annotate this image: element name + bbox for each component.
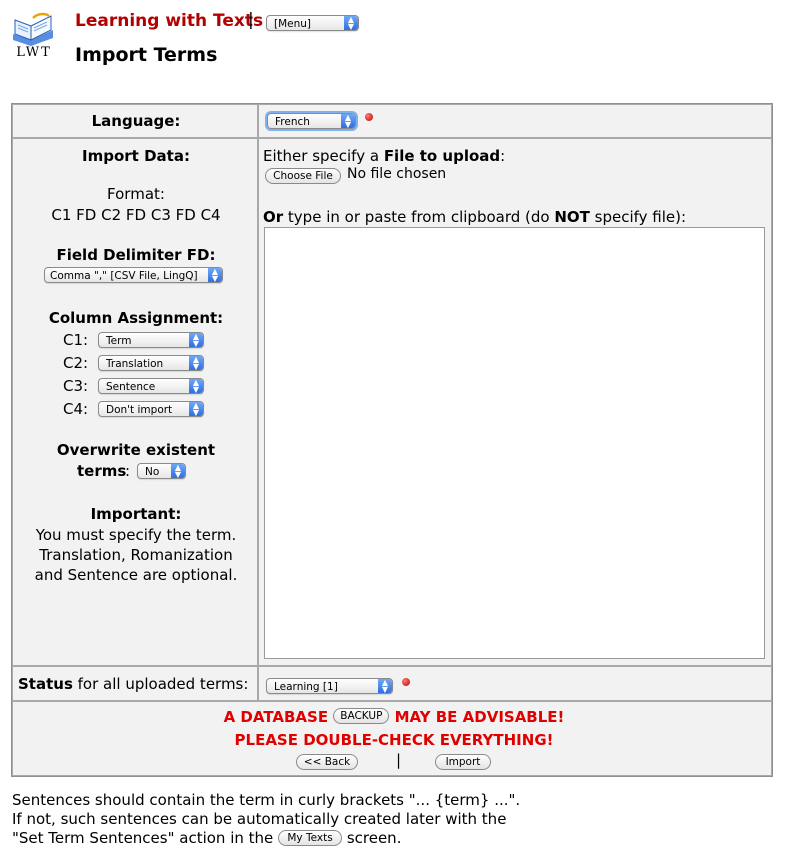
file-bold: File to upload (383, 147, 501, 165)
column-c4-label: C4: (63, 400, 89, 418)
select-arrows-icon: ▲ ▼ (189, 402, 203, 416)
status-value: Learning [1] (274, 681, 338, 693)
lwt-logo[interactable]: LWT (9, 12, 59, 64)
status-select[interactable]: Learning [1] ▲ ▼ (266, 678, 393, 694)
footer-line-3b: screen. (346, 829, 402, 847)
my-texts-button[interactable]: My Texts (278, 829, 343, 846)
overwrite-select[interactable]: No ▲ ▼ (137, 463, 186, 479)
actions-separator: | (396, 751, 402, 769)
column-assignment-label: Column Assignment: (48, 309, 224, 327)
column-c1-select[interactable]: Term ▲ ▼ (98, 332, 204, 348)
status-label: Status for all uploaded terms: (18, 675, 248, 693)
import-data-label: Import Data: (82, 147, 190, 165)
menu-select-value: [Menu] (274, 18, 312, 30)
footer-line-1: Sentences should contain the term in cur… (12, 791, 521, 809)
column-c1-label: C1: (63, 331, 89, 349)
select-arrows-icon: ▲ ▼ (341, 114, 355, 128)
paste-not: NOT (554, 208, 590, 226)
actions-cell: A DATABASE BACKUP MAY BE ADVISABLE! PLEA… (12, 701, 772, 776)
paste-mid: type in or paste from clipboard (do (283, 208, 555, 226)
no-file-chosen: No file chosen (347, 166, 447, 182)
backup-warning: A DATABASE BACKUP MAY BE ADVISABLE! (13, 707, 775, 726)
import-data-label-cell: Import Data: Format: C1 FD C2 FD C3 FD C… (12, 138, 258, 666)
select-arrows-icon: ▲ ▼ (189, 379, 203, 393)
double-check-warning: PLEASE DOUBLE-CHECK EVERYTHING! (234, 731, 554, 749)
file-upload-label: Either specify a File to upload: (263, 147, 505, 165)
column-c1-value: Term (106, 335, 132, 347)
paste-label: Or type in or paste from clipboard (do N… (263, 208, 686, 226)
important-line-3: and Sentence are optional. (34, 566, 238, 584)
language-label: Language: (91, 112, 181, 130)
column-c3-select[interactable]: Sentence ▲ ▼ (98, 378, 204, 394)
field-delimiter-value: Comma "," [CSV File, LingQ] (50, 270, 198, 282)
format-value: C1 FD C2 FD C3 FD C4 (51, 206, 221, 224)
column-c4-value: Don't import (106, 404, 173, 416)
status-rest: for all uploaded terms: (72, 675, 249, 693)
page-title: Import Terms (75, 44, 218, 66)
file-suffix: : (500, 147, 506, 165)
status-label-cell: Status for all uploaded terms: (12, 666, 258, 701)
column-c2-value: Translation (106, 358, 164, 370)
book-logo-icon (13, 12, 53, 46)
field-delimiter-label: Field Delimiter FD: (56, 246, 216, 264)
status-value-cell: Learning [1] ▲ ▼ (258, 666, 772, 701)
menu-select[interactable]: [Menu] ▲ ▼ (266, 15, 359, 31)
logo-text: LWT (16, 45, 52, 60)
overwrite-terms-label: terms (77, 462, 127, 480)
select-arrows-icon: ▲ ▼ (378, 679, 392, 693)
app-title[interactable]: Learning with Texts (75, 11, 263, 31)
backup-button[interactable]: BACKUP (333, 707, 390, 724)
required-dot-icon (402, 678, 410, 686)
required-dot-icon (365, 113, 373, 121)
footer-line-3a: "Set Term Sentences" action in the (12, 829, 274, 847)
select-arrows-icon: ▲ ▼ (189, 356, 203, 370)
warning-a: A DATABASE (223, 708, 329, 726)
select-arrows-icon: ▲ ▼ (171, 464, 185, 478)
overwrite-colon: : (125, 462, 131, 480)
column-c2-label: C2: (63, 354, 89, 372)
important-line-1: You must specify the term. (35, 526, 237, 544)
language-select-value: French (275, 116, 310, 128)
warning-b: MAY BE ADVISABLE! (394, 708, 565, 726)
language-value-cell: French ▲ ▼ (258, 104, 772, 138)
important-line-2: Translation, Romanization (39, 546, 233, 564)
column-c3-label: C3: (63, 377, 89, 395)
overwrite-label: Overwrite existent (56, 441, 216, 459)
footer-line-2: If not, such sentences can be automatica… (12, 810, 507, 828)
status-bold: Status (18, 675, 73, 693)
paste-textarea[interactable] (264, 227, 765, 659)
header-separator: | (248, 10, 254, 30)
column-c3-value: Sentence (106, 381, 156, 393)
language-label-cell: Language: (12, 104, 258, 138)
field-delimiter-select[interactable]: Comma "," [CSV File, LingQ] ▲ ▼ (44, 267, 223, 283)
back-button[interactable]: << Back (296, 754, 358, 770)
important-label: Important: (90, 505, 182, 523)
column-c2-select[interactable]: Translation ▲ ▼ (98, 355, 204, 371)
column-c4-select[interactable]: Don't import ▲ ▼ (98, 401, 204, 417)
import-button[interactable]: Import (435, 754, 491, 770)
overwrite-value: No (145, 466, 160, 478)
select-arrows-icon: ▲ ▼ (208, 268, 222, 282)
format-label: Format: (107, 185, 165, 203)
select-arrows-icon: ▲ ▼ (189, 333, 203, 347)
language-select[interactable]: French ▲ ▼ (267, 113, 356, 129)
paste-or: Or (263, 208, 284, 226)
select-arrows-icon: ▲ ▼ (344, 16, 358, 30)
choose-file-button[interactable]: Choose File (265, 168, 341, 184)
paste-end: specify file): (589, 208, 687, 226)
file-prefix: Either specify a (263, 147, 384, 165)
footer-line-3: "Set Term Sentences" action in the My Te… (12, 829, 401, 847)
